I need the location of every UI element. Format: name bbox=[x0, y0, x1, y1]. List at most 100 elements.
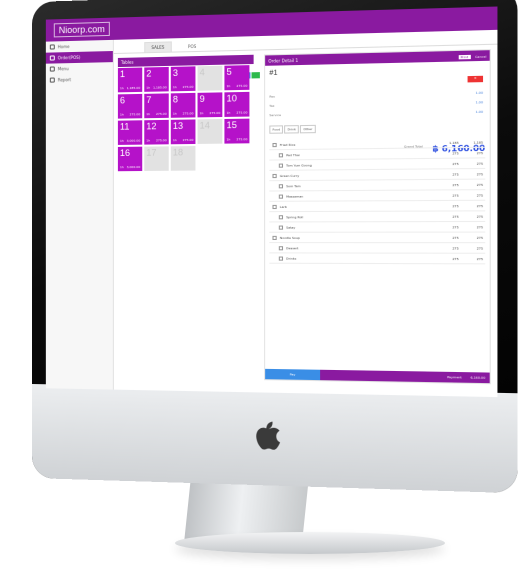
table-cell[interactable]: 2 1h 1,185.00 bbox=[144, 66, 169, 92]
table-time: 1h bbox=[226, 84, 231, 89]
table-cell[interactable]: 3 1h 275.00 bbox=[170, 66, 196, 92]
table-time: 1h bbox=[199, 111, 204, 116]
item-price: 275 bbox=[452, 203, 459, 208]
table-cell[interactable]: 12 1h 275.00 bbox=[144, 119, 169, 145]
table-time: 1h bbox=[146, 138, 151, 143]
table-time: 1h bbox=[119, 138, 124, 143]
table-number: 6 bbox=[119, 95, 125, 106]
table-cell[interactable]: 4 bbox=[197, 65, 223, 91]
item-name: Tom Yum Goong bbox=[286, 162, 312, 168]
item-price: 275 bbox=[452, 245, 459, 251]
item-checkbox[interactable] bbox=[272, 173, 277, 178]
table-time: 1h bbox=[172, 138, 177, 143]
summary-value: 1.00 bbox=[475, 100, 484, 105]
table-number: 3 bbox=[172, 67, 178, 79]
table-cell[interactable]: 17 bbox=[144, 146, 169, 171]
app-title[interactable]: Nioorp.com bbox=[53, 21, 110, 38]
nav-icon bbox=[49, 66, 55, 72]
item-checkbox[interactable] bbox=[272, 142, 277, 147]
item-price: 275 bbox=[452, 161, 459, 166]
table-cell[interactable]: 14 bbox=[197, 119, 223, 144]
table-amount: 1,185.00 bbox=[126, 85, 141, 91]
summary-value: 1.00 bbox=[475, 90, 484, 95]
item-checkbox[interactable] bbox=[278, 152, 284, 157]
item-checkbox[interactable] bbox=[278, 163, 284, 168]
table-amount: 3,000.00 bbox=[126, 164, 141, 170]
order-item-row[interactable]: Satay 275 275 bbox=[269, 221, 486, 233]
sidebar-item-label: Home bbox=[57, 44, 70, 50]
table-number: 17 bbox=[146, 147, 157, 158]
table-amount: 275.00 bbox=[182, 84, 194, 90]
order-item-row[interactable]: Dessert 275 275 bbox=[269, 243, 486, 254]
table-cell[interactable]: 8 1h 275.00 bbox=[170, 92, 196, 118]
item-total: 275 bbox=[476, 214, 484, 219]
table-number: 11 bbox=[119, 121, 130, 132]
nav-icon bbox=[49, 55, 55, 61]
order-tab[interactable]: Food bbox=[269, 125, 284, 134]
table-cell[interactable]: 18 bbox=[170, 146, 196, 171]
table-cell[interactable]: 10 1h 275.00 bbox=[224, 91, 250, 117]
order-tabs: Food Drink Other bbox=[269, 124, 316, 134]
table-time: 1h bbox=[119, 86, 124, 91]
item-checkbox[interactable] bbox=[278, 183, 284, 188]
delete-order-button[interactable]: ✕ bbox=[467, 75, 484, 83]
table-time: 1h bbox=[172, 85, 177, 90]
table-cell[interactable]: 15 1h 275.00 bbox=[224, 118, 250, 144]
order-footer: Pay Payment 6,160.00 bbox=[265, 368, 490, 384]
tab-1[interactable]: POS bbox=[182, 42, 203, 52]
item-checkbox[interactable] bbox=[278, 256, 284, 261]
item-checkbox[interactable] bbox=[272, 204, 277, 209]
table-cell[interactable]: 1 1h 1,185.00 bbox=[117, 67, 143, 93]
table-amount: 275.00 bbox=[182, 137, 194, 143]
table-cell[interactable]: 11 1h 3,000.00 bbox=[117, 120, 143, 145]
cancel-link[interactable]: Cancel bbox=[475, 54, 486, 58]
order-item-row[interactable]: Drinks 275 275 bbox=[269, 253, 486, 265]
tab-0[interactable]: SALES bbox=[144, 41, 172, 53]
table-cell[interactable]: 7 1h 275.00 bbox=[144, 93, 169, 119]
pay-button[interactable]: Pay bbox=[265, 368, 321, 381]
order-tab[interactable]: Other bbox=[300, 124, 316, 134]
table-amount: 275.00 bbox=[182, 111, 194, 116]
item-name: Massaman bbox=[286, 193, 304, 199]
table-cell[interactable]: 5 1h 275.00 bbox=[224, 65, 250, 91]
item-name: Satay bbox=[286, 224, 296, 230]
table-cell[interactable]: 6 1h 275.00 bbox=[117, 93, 143, 119]
order-item-row[interactable]: Larb 275 275 bbox=[269, 200, 486, 213]
payment-amount: 6,160.00 bbox=[470, 375, 486, 380]
order-item-row[interactable]: Spring Roll 275 275 bbox=[269, 211, 486, 223]
order-tab[interactable]: Drink bbox=[284, 125, 300, 134]
item-checkbox[interactable] bbox=[278, 245, 284, 250]
item-checkbox[interactable] bbox=[272, 235, 277, 240]
print-badge[interactable]: Print bbox=[458, 54, 471, 59]
summary-label: Service bbox=[269, 112, 282, 118]
item-total: 275 bbox=[476, 182, 484, 187]
item-checkbox[interactable] bbox=[278, 194, 284, 199]
table-number: 13 bbox=[172, 120, 184, 132]
sidebar-item-label: Report bbox=[57, 77, 71, 83]
payment-bar[interactable]: Payment 6,160.00 bbox=[320, 369, 490, 384]
sidebar: Home Order(POS) Menu Report bbox=[45, 39, 114, 390]
item-total: 275 bbox=[476, 245, 484, 251]
item-total: 275 bbox=[476, 150, 484, 155]
table-number: 18 bbox=[172, 147, 184, 158]
table-amount: 275.00 bbox=[155, 138, 167, 143]
order-panel: Order Detail 1 Print Cancel #1 ✕ Pax 1.00… bbox=[264, 49, 491, 385]
table-cell[interactable]: 13 1h 275.00 bbox=[170, 119, 196, 145]
table-amount: 275.00 bbox=[236, 110, 248, 115]
nav-icon bbox=[49, 44, 55, 50]
item-checkbox[interactable] bbox=[278, 225, 284, 230]
table-cell[interactable]: 9 1h 275.00 bbox=[197, 92, 223, 118]
item-checkbox[interactable] bbox=[278, 214, 284, 219]
table-number: 15 bbox=[226, 119, 237, 131]
table-number: 4 bbox=[199, 67, 205, 78]
sidebar-item-label: Menu bbox=[57, 66, 69, 72]
table-time: 1h bbox=[146, 112, 151, 117]
refresh-tables-button[interactable] bbox=[251, 72, 260, 79]
order-item-row[interactable]: Noodle Soup 275 275 bbox=[269, 232, 486, 244]
stage: Nioorp.com Home Order(POS) Menu Report SALE… bbox=[0, 0, 520, 579]
sidebar-item-3[interactable]: Report bbox=[46, 73, 113, 85]
table-cell[interactable]: 16 1h 3,000.00 bbox=[117, 146, 143, 172]
item-name: Green Curry bbox=[279, 173, 300, 178]
order-title: Order Detail 1 bbox=[268, 57, 299, 64]
item-name: Som Tam bbox=[286, 183, 301, 188]
